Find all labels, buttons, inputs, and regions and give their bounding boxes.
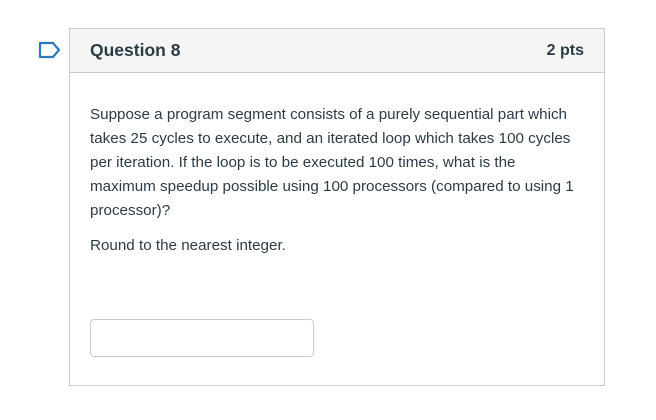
question-header: Question 8 2 pts	[70, 29, 604, 73]
question-instruction: Round to the nearest integer.	[90, 237, 286, 254]
question-body: Suppose a program segment consists of a …	[70, 73, 604, 257]
answer-input[interactable]	[90, 319, 314, 357]
flag-shape	[38, 41, 61, 59]
question-title: Question 8	[90, 40, 181, 60]
question-text: Suppose a program segment consists of a …	[90, 106, 574, 219]
flag-question-icon[interactable]	[38, 41, 62, 59]
question-card: Question 8 2 pts Suppose a program segme…	[69, 28, 605, 386]
question-points: 2 pts	[546, 41, 584, 59]
